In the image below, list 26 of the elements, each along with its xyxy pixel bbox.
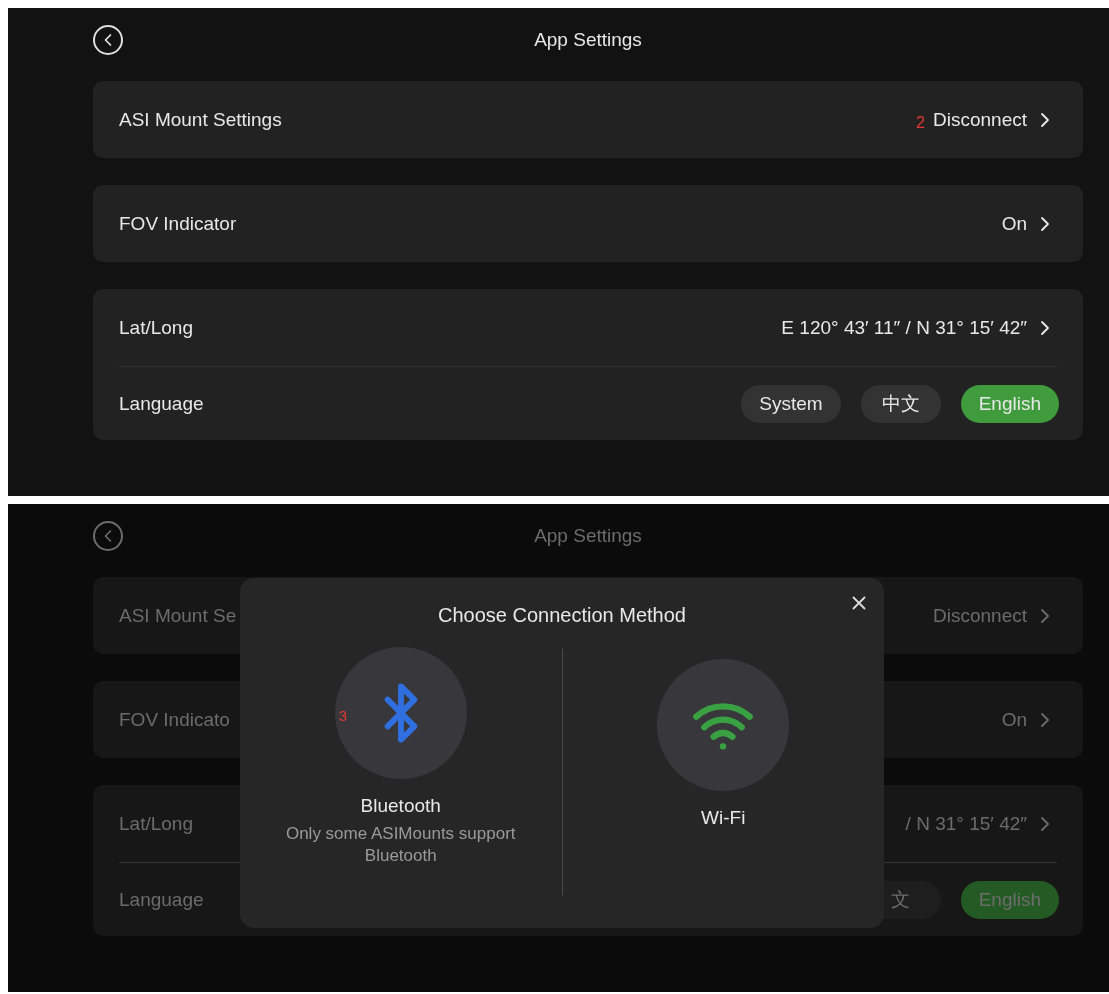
annotation-number: 3 [338,707,348,724]
setting-label: Lat/Long [119,812,193,835]
language-option[interactable]: 中文 [860,384,941,423]
setting-value[interactable]: E 120° 43′ 11″ / N 31° 15′ 42″ [781,316,1027,339]
setting-label: FOV Indicato [119,708,230,731]
setting-value[interactable]: On [1001,708,1027,731]
language-option[interactable]: System [741,384,841,423]
setting-value[interactable]: Disconnect [933,108,1027,131]
setting-value[interactable]: / N 31° 15′ 42″ [905,812,1027,835]
setting-label: Language [119,392,204,415]
setting-label: Lat/Long [119,316,193,339]
setting-value[interactable]: Disconnect [933,604,1027,627]
annotation-number: 2 [916,113,925,132]
option-label: Wi-Fi [701,807,746,829]
setting-label: Language [119,888,204,911]
language-option[interactable]: English [960,384,1059,423]
setting-label: FOV Indicator [119,212,237,235]
option-label: Bluetooth [360,795,441,817]
dialog-title: Choose Connection Method [438,604,686,627]
page-title: App Settings [534,29,642,51]
setting-label: ASI Mount Se [119,604,237,627]
option-note: Only some ASIMounts support Bluetooth [284,823,517,867]
setting-value[interactable]: On [1001,212,1027,235]
page-title: App Settings [534,525,642,547]
connection-option[interactable]: 3 [334,647,467,779]
setting-label: ASI Mount Settings [119,108,282,131]
